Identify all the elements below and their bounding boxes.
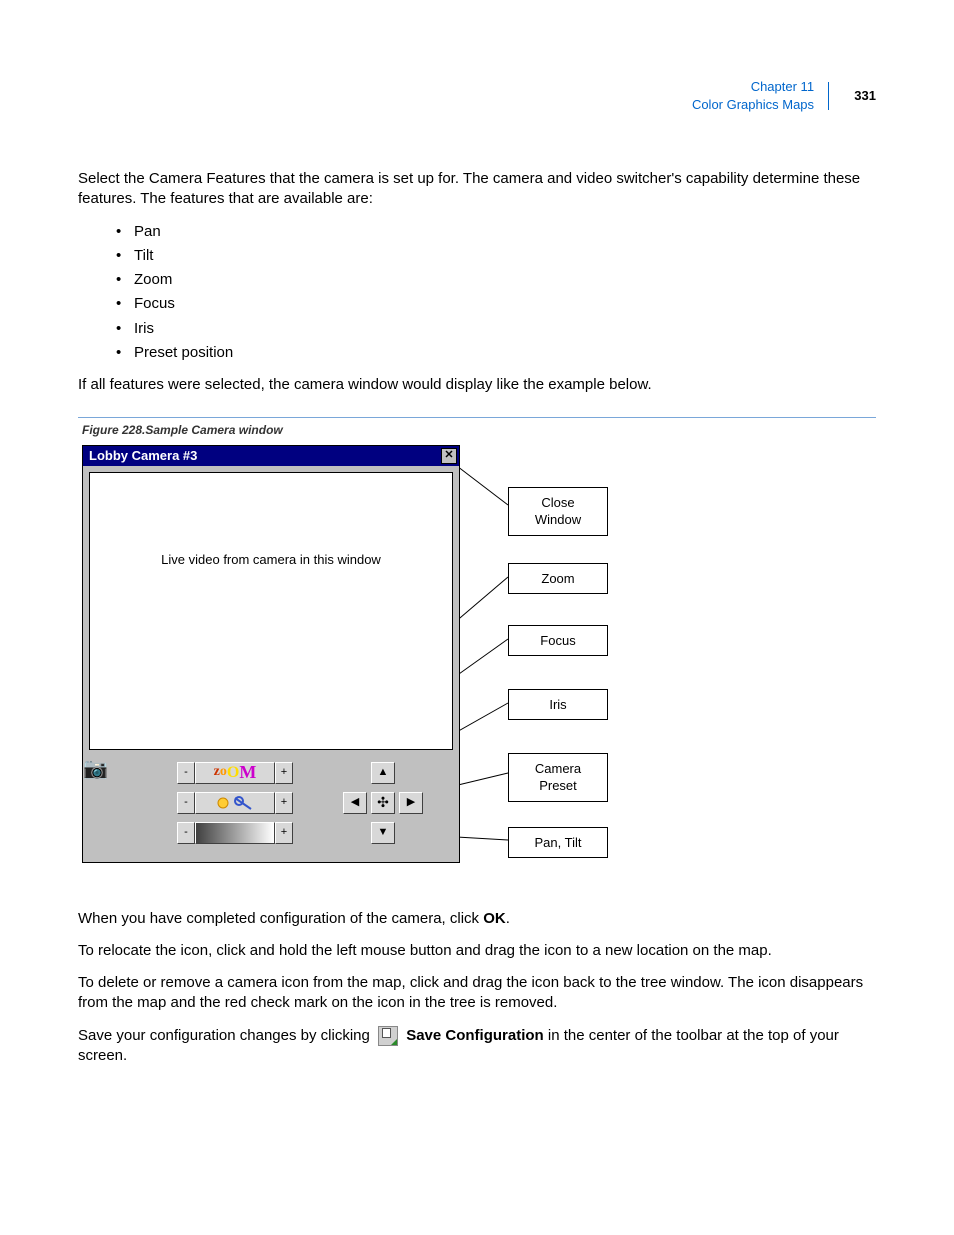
viewport-placeholder-text: Live video from camera in this window (161, 551, 381, 569)
zoom-in-button[interactable]: + (275, 762, 293, 784)
save-configuration-icon (378, 1026, 398, 1046)
figure-area: Lobby Camera #3 ✕ Live video from camera… (78, 445, 698, 895)
focus-out-button[interactable]: - (177, 792, 195, 814)
list-item: Pan (134, 222, 876, 242)
ok-bold: OK (483, 910, 506, 927)
figure-caption: Figure 228.Sample Camera window (82, 422, 876, 438)
callout-iris: Iris (508, 689, 608, 721)
focus-icon (205, 795, 265, 811)
close-button[interactable]: ✕ (441, 448, 457, 464)
camera-icon: 📷 (83, 758, 108, 780)
save-paragraph: Save your configuration changes by click… (78, 1026, 876, 1067)
page-number: 331 (854, 88, 876, 103)
chapter-label: Chapter 11 (751, 79, 814, 94)
focus-in-button[interactable]: + (275, 792, 293, 814)
tilt-up-button[interactable]: ▲ (371, 762, 395, 784)
callout-camera-preset: Camera Preset (508, 753, 608, 802)
relocate-paragraph: To relocate the icon, click and hold the… (78, 941, 876, 961)
list-item: Focus (134, 294, 876, 314)
focus-indicator (195, 792, 275, 814)
list-item: Preset position (134, 343, 876, 363)
list-item: Iris (134, 319, 876, 339)
list-item: Tilt (134, 246, 876, 266)
save-configuration-bold: Save Configuration (406, 1027, 544, 1044)
text-run: Save your configuration changes by click… (78, 1027, 374, 1044)
after-list-paragraph: If all features were selected, the camer… (78, 375, 876, 395)
iris-close-button[interactable]: - (177, 822, 195, 844)
section-label: Color Graphics Maps (692, 97, 814, 112)
figure-rule (78, 417, 876, 418)
pan-left-button[interactable]: ◀ (343, 792, 367, 814)
intro-paragraph: Select the Camera Features that the came… (78, 169, 876, 210)
camera-window: Lobby Camera #3 ✕ Live video from camera… (82, 445, 460, 863)
list-item: Zoom (134, 270, 876, 290)
iris-indicator (195, 822, 275, 844)
text-run: When you have completed configuration of… (78, 910, 483, 927)
callout-zoom: Zoom (508, 563, 608, 595)
callout-close-window: Close Window (508, 487, 608, 536)
window-titlebar: Lobby Camera #3 ✕ (83, 446, 459, 466)
tilt-down-button[interactable]: ▼ (371, 822, 395, 844)
pan-right-button[interactable]: ▶ (399, 792, 423, 814)
zoom-indicator: zoOM (195, 762, 275, 784)
window-title: Lobby Camera #3 (89, 447, 441, 465)
delete-paragraph: To delete or remove a camera icon from t… (78, 973, 876, 1014)
camera-controls: 📷 - zoOM + - + - + ▲ ◀ ✣ ▶ ▼ (83, 756, 459, 866)
callout-focus: Focus (508, 625, 608, 657)
text-run: . (506, 910, 510, 927)
callout-pan-tilt: Pan, Tilt (508, 827, 608, 859)
ok-paragraph: When you have completed configuration of… (78, 909, 876, 929)
iris-open-button[interactable]: + (275, 822, 293, 844)
zoom-out-button[interactable]: - (177, 762, 195, 784)
video-viewport: Live video from camera in this window (89, 472, 453, 750)
header-divider (828, 82, 829, 110)
page-header: Chapter 11 Color Graphics Maps 331 (78, 78, 876, 113)
preset-button[interactable]: ✣ (371, 792, 395, 814)
feature-list: Pan Tilt Zoom Focus Iris Preset position (78, 222, 876, 364)
